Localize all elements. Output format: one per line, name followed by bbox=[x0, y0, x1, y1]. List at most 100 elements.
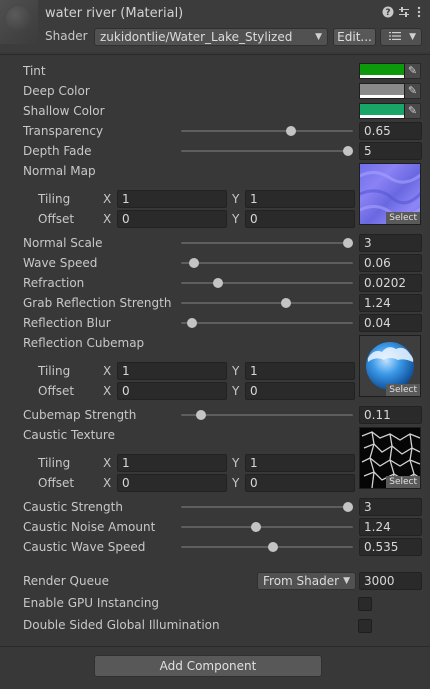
caustic-texture-tiling-y[interactable]: 1 bbox=[245, 454, 355, 472]
eyedropper-icon[interactable]: ✎ bbox=[405, 63, 421, 79]
wave-speed-slider-handle[interactable] bbox=[189, 258, 200, 268]
add-component-button[interactable]: Add Component bbox=[94, 655, 322, 677]
caustic-texture-offset-label: Offset bbox=[38, 476, 75, 490]
y-axis-label: Y bbox=[232, 456, 240, 470]
reflection-cubemap-label: Reflection Cubemap bbox=[23, 336, 145, 350]
refraction-slider-track[interactable] bbox=[181, 282, 353, 284]
wave-speed-field[interactable]: 0.06 bbox=[359, 254, 422, 272]
reflection-cubemap-tiling-y[interactable]: 1 bbox=[245, 362, 355, 380]
reflection-cubemap-offset-label: Offset bbox=[38, 384, 75, 398]
transparency-field[interactable]: 0.65 bbox=[359, 122, 422, 140]
y-axis-label: Y bbox=[232, 192, 240, 206]
normal-map-select-button[interactable]: Select bbox=[386, 212, 420, 224]
shader-options-dropdown[interactable]: ▼ bbox=[380, 28, 422, 46]
y-axis-label: Y bbox=[232, 384, 240, 398]
eyedropper-icon[interactable]: ✎ bbox=[405, 103, 421, 119]
caustic-strength-slider-track[interactable] bbox=[181, 506, 353, 508]
depth-fade-label: Depth Fade bbox=[23, 144, 92, 158]
reflection-cubemap-thumbnail[interactable]: Select bbox=[359, 335, 421, 397]
deep-color-label: Deep Color bbox=[23, 84, 90, 98]
refraction-field[interactable]: 0.0202 bbox=[359, 274, 422, 292]
x-axis-label: X bbox=[103, 456, 112, 470]
caustic-wave-speed-field[interactable]: 0.535 bbox=[359, 538, 422, 556]
reflection-cubemap-tiling-x[interactable]: 1 bbox=[117, 362, 227, 380]
eyedropper-icon[interactable]: ✎ bbox=[405, 83, 421, 99]
reflection-cubemap-offset-y[interactable]: 0 bbox=[245, 382, 355, 400]
caustic-strength-label: Caustic Strength bbox=[23, 500, 123, 514]
render-queue-dropdown[interactable]: From Shader ▼ bbox=[257, 572, 356, 590]
help-icon[interactable]: ? bbox=[381, 6, 395, 20]
kebab-menu-icon[interactable] bbox=[412, 6, 426, 20]
wave-speed-slider-track[interactable] bbox=[181, 262, 353, 264]
caustic-texture-select-button[interactable]: Select bbox=[386, 476, 420, 488]
caustic-noise-amount-slider-handle[interactable] bbox=[250, 522, 261, 532]
material-header: water river (Material) ? Shader zukidont… bbox=[0, 0, 430, 52]
refraction-slider-handle[interactable] bbox=[213, 278, 224, 288]
transparency-label: Transparency bbox=[23, 124, 104, 138]
normal-scale-slider-handle[interactable] bbox=[343, 238, 353, 248]
normal-map-tiling-y[interactable]: 1 bbox=[245, 190, 355, 208]
caustic-noise-amount-label: Caustic Noise Amount bbox=[23, 520, 156, 534]
transparency-slider-handle[interactable] bbox=[286, 126, 297, 136]
grab-reflection-strength-slider-handle[interactable] bbox=[281, 298, 292, 308]
gpu-instancing-checkbox[interactable] bbox=[358, 597, 372, 611]
transparency-slider-track[interactable] bbox=[181, 130, 353, 132]
normal-map-offset-label: Offset bbox=[38, 212, 75, 226]
caustic-strength-slider-handle[interactable] bbox=[343, 502, 353, 512]
reflection-blur-slider-handle[interactable] bbox=[187, 318, 198, 328]
normal-map-thumbnail[interactable]: Select bbox=[359, 163, 421, 225]
reflection-cubemap-select-button[interactable]: Select bbox=[386, 384, 420, 396]
x-axis-label: X bbox=[103, 476, 112, 490]
y-axis-label: Y bbox=[232, 364, 240, 378]
caustic-wave-speed-label: Caustic Wave Speed bbox=[23, 540, 146, 554]
shallow-color-label: Shallow Color bbox=[23, 104, 105, 118]
grab-reflection-strength-slider-track[interactable] bbox=[181, 302, 353, 304]
material-icon bbox=[0, 0, 38, 44]
reflection-blur-label: Reflection Blur bbox=[23, 316, 111, 330]
grab-reflection-strength-field[interactable]: 1.24 bbox=[359, 294, 422, 312]
edit-shader-button[interactable]: Edit... bbox=[333, 28, 376, 46]
depth-fade-slider-handle[interactable] bbox=[343, 146, 353, 156]
shader-dropdown[interactable]: zukidontlie/Water_Lake_Stylized ▼ bbox=[94, 28, 328, 46]
cubemap-strength-slider-handle[interactable] bbox=[195, 410, 206, 420]
caustic-texture-offset-y[interactable]: 0 bbox=[245, 474, 355, 492]
normal-map-tiling-x[interactable]: 1 bbox=[117, 190, 227, 208]
normal-scale-slider-track[interactable] bbox=[181, 242, 353, 244]
caustic-texture-tiling-x[interactable]: 1 bbox=[117, 454, 227, 472]
chevron-down-icon: ▼ bbox=[315, 32, 322, 42]
double-sided-gi-checkbox[interactable] bbox=[358, 619, 372, 633]
caustic-noise-amount-slider-track[interactable] bbox=[181, 526, 353, 528]
cubemap-strength-label: Cubemap Strength bbox=[23, 408, 137, 422]
caustic-noise-amount-field[interactable]: 1.24 bbox=[359, 518, 422, 536]
tint-color-field[interactable] bbox=[359, 63, 405, 79]
caustic-wave-speed-slider-handle[interactable] bbox=[268, 542, 279, 552]
reflection-cubemap-tiling-label: Tiling bbox=[38, 364, 71, 378]
sliders-icon[interactable] bbox=[397, 6, 411, 20]
reflection-cubemap-offset-x[interactable]: 0 bbox=[117, 382, 227, 400]
normal-map-offset-x[interactable]: 0 bbox=[117, 210, 227, 228]
depth-fade-field[interactable]: 5 bbox=[359, 142, 422, 160]
depth-fade-slider-track[interactable] bbox=[181, 150, 353, 152]
double-sided-gi-label: Double Sided Global Illumination bbox=[23, 618, 220, 632]
reflection-blur-field[interactable]: 0.04 bbox=[359, 314, 422, 332]
shader-value: zukidontlie/Water_Lake_Stylized bbox=[100, 30, 293, 44]
caustic-texture-offset-x[interactable]: 0 bbox=[117, 474, 227, 492]
reflection-blur-slider-track[interactable] bbox=[181, 322, 353, 324]
caustic-texture-thumbnail[interactable]: Select bbox=[359, 427, 421, 489]
normal-scale-label: Normal Scale bbox=[23, 236, 103, 250]
shader-label: Shader bbox=[45, 29, 88, 43]
tint-label: Tint bbox=[23, 64, 46, 78]
deep-color-field[interactable] bbox=[359, 83, 405, 99]
render-queue-label: Render Queue bbox=[23, 574, 109, 588]
x-axis-label: X bbox=[103, 384, 112, 398]
cubemap-strength-slider-track[interactable] bbox=[181, 414, 353, 416]
shallow-color-field[interactable] bbox=[359, 103, 405, 119]
normal-scale-field[interactable]: 3 bbox=[359, 234, 422, 252]
render-queue-field[interactable]: 3000 bbox=[359, 572, 422, 590]
cubemap-strength-field[interactable]: 0.11 bbox=[359, 406, 422, 424]
svg-text:?: ? bbox=[385, 8, 390, 18]
caustic-wave-speed-slider-track[interactable] bbox=[181, 546, 353, 548]
refraction-label: Refraction bbox=[23, 276, 85, 290]
caustic-strength-field[interactable]: 3 bbox=[359, 498, 422, 516]
normal-map-offset-y[interactable]: 0 bbox=[245, 210, 355, 228]
